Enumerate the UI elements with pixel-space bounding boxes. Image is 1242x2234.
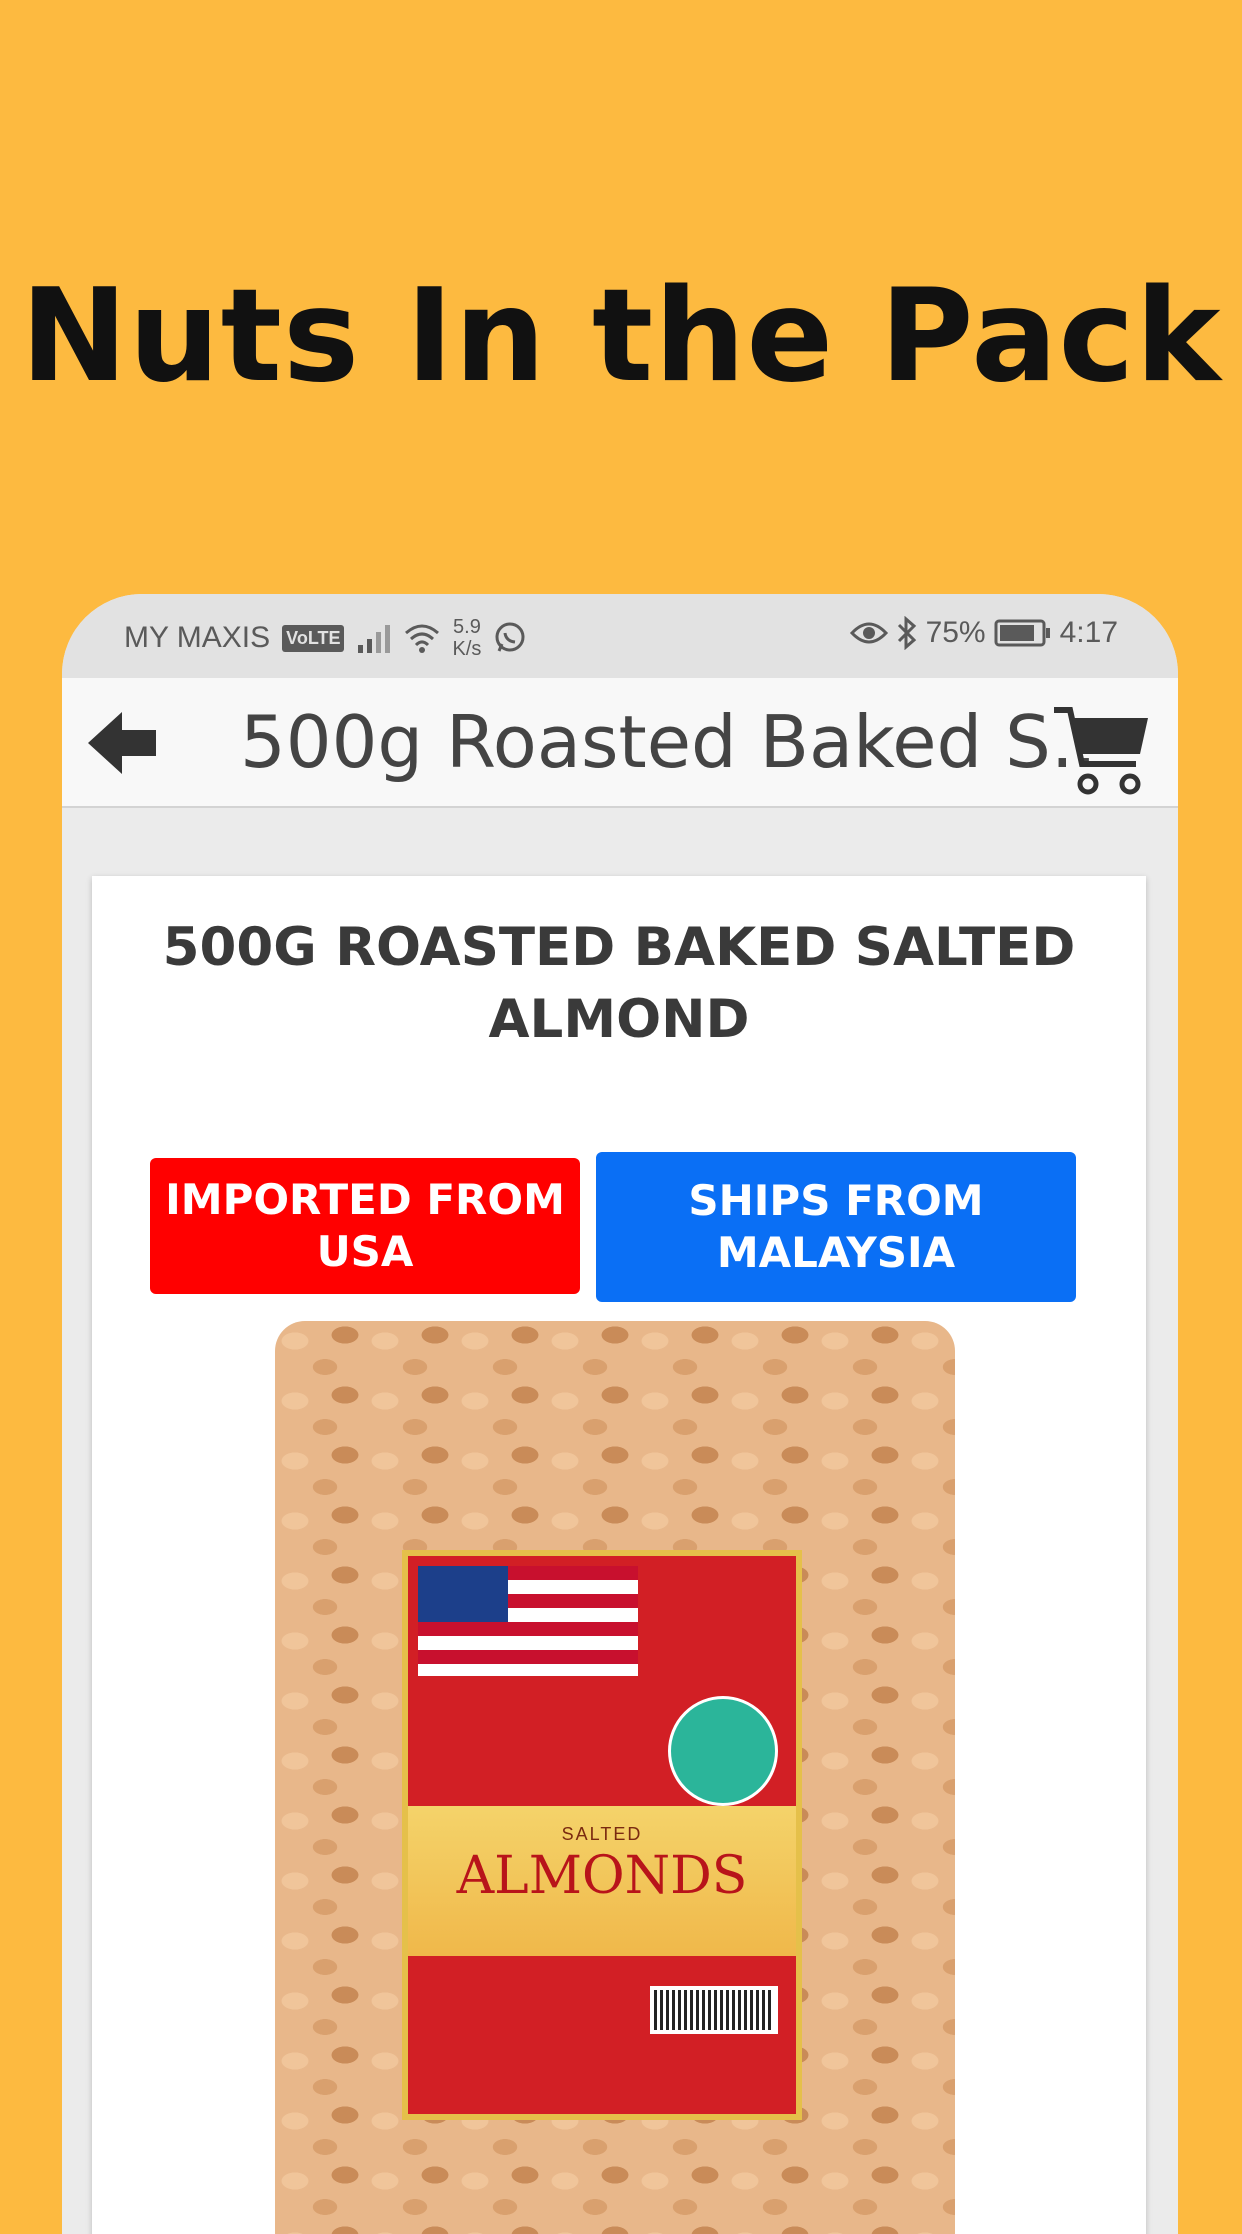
product-image[interactable]: IMPORTED FROM USA SHIPS FROM MALAYSIA SA…	[130, 1146, 1108, 2234]
whatsapp-icon	[495, 622, 525, 652]
status-bar: MY MAXIS VoLTE 5.9 K/s 75% 4:17	[62, 594, 1178, 678]
label-brand-band: SALTED ALMONDS	[408, 1806, 796, 1956]
label-salted-text: SALTED	[561, 1824, 643, 1844]
carrier-label: MY MAXIS	[124, 621, 271, 654]
tag-imported: IMPORTED FROM USA	[150, 1158, 580, 1294]
label-almonds-text: ALMONDS	[456, 1846, 748, 1906]
barcode-icon	[650, 1986, 778, 2034]
battery-percent: 75%	[925, 616, 986, 649]
signal-icon	[358, 625, 391, 653]
package-label: SALTED ALMONDS	[402, 1550, 802, 2120]
quality-badge-icon	[668, 1696, 778, 1806]
promo-headline: Nuts In the Pack	[20, 262, 1222, 411]
tag-ships-from: SHIPS FROM MALAYSIA	[596, 1152, 1076, 1302]
volte-badge: VoLTE	[282, 624, 345, 652]
clock: 4:17	[1059, 616, 1118, 649]
us-flag-icon	[418, 1566, 638, 1676]
back-arrow-icon[interactable]	[84, 706, 160, 780]
product-title: 500G ROASTED BAKED SALTED ALMOND	[162, 917, 1076, 1050]
phone-frame: MY MAXIS VoLTE 5.9 K/s 75% 4:17 500g Roa…	[62, 594, 1178, 2234]
battery-icon	[994, 619, 1050, 647]
eye-icon	[849, 622, 888, 644]
speed-unit: K/s	[452, 638, 482, 660]
app-bar: 500g Roasted Baked S...	[62, 678, 1178, 808]
speed-value: 5.9	[453, 616, 481, 638]
network-speed: 5.9 K/s	[452, 616, 481, 660]
wifi-icon	[405, 624, 440, 653]
product-card: 500G ROASTED BAKED SALTED ALMOND IMPORTE…	[92, 876, 1146, 2234]
app-bar-title: 500g Roasted Baked S...	[240, 700, 1100, 784]
cart-icon[interactable]	[1052, 702, 1152, 798]
bluetooth-icon	[897, 616, 916, 650]
